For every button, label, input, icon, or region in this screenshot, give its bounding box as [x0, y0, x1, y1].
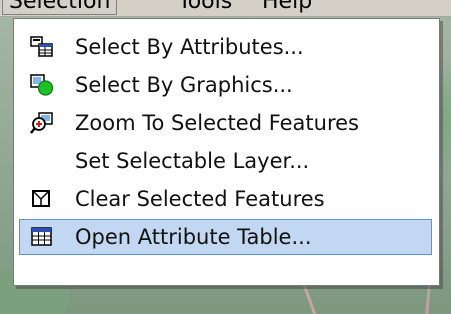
menubar-help[interactable]: Help	[262, 0, 312, 14]
selection-dropdown-menu: Select By Attributes... Select By Graphi…	[13, 18, 440, 286]
menu-item-select-by-graphics[interactable]: Select By Graphics...	[19, 67, 432, 103]
menu-item-clear-selected[interactable]: Clear Selected Features	[19, 181, 432, 217]
menu-item-select-by-attributes[interactable]: Select By Attributes...	[19, 29, 432, 65]
zoom-to-selected-icon	[30, 112, 54, 134]
menubar-tools[interactable]: Tools	[178, 0, 232, 14]
menu-item-open-attribute-table[interactable]: Open Attribute Table...	[19, 219, 432, 255]
clear-selection-icon	[30, 188, 54, 210]
menu-item-label: Clear Selected Features	[75, 187, 325, 211]
menu-item-label: Select By Attributes...	[75, 35, 304, 59]
select-by-graphics-icon	[30, 74, 54, 96]
menu-item-label: Zoom To Selected Features	[75, 111, 360, 135]
select-by-attributes-icon	[30, 36, 54, 58]
menubar-selection[interactable]: Selection	[2, 0, 118, 15]
menu-item-label: Select By Graphics...	[75, 73, 293, 97]
menu-item-label: Set Selectable Layer...	[75, 149, 310, 173]
menu-item-zoom-to-selected[interactable]: Zoom To Selected Features	[19, 105, 432, 141]
menu-item-set-selectable-layer[interactable]: Set Selectable Layer...	[19, 143, 432, 179]
menu-bar: Selection Tools Help	[0, 0, 451, 17]
attribute-table-icon	[30, 226, 54, 248]
menu-item-label: Open Attribute Table...	[75, 225, 312, 249]
